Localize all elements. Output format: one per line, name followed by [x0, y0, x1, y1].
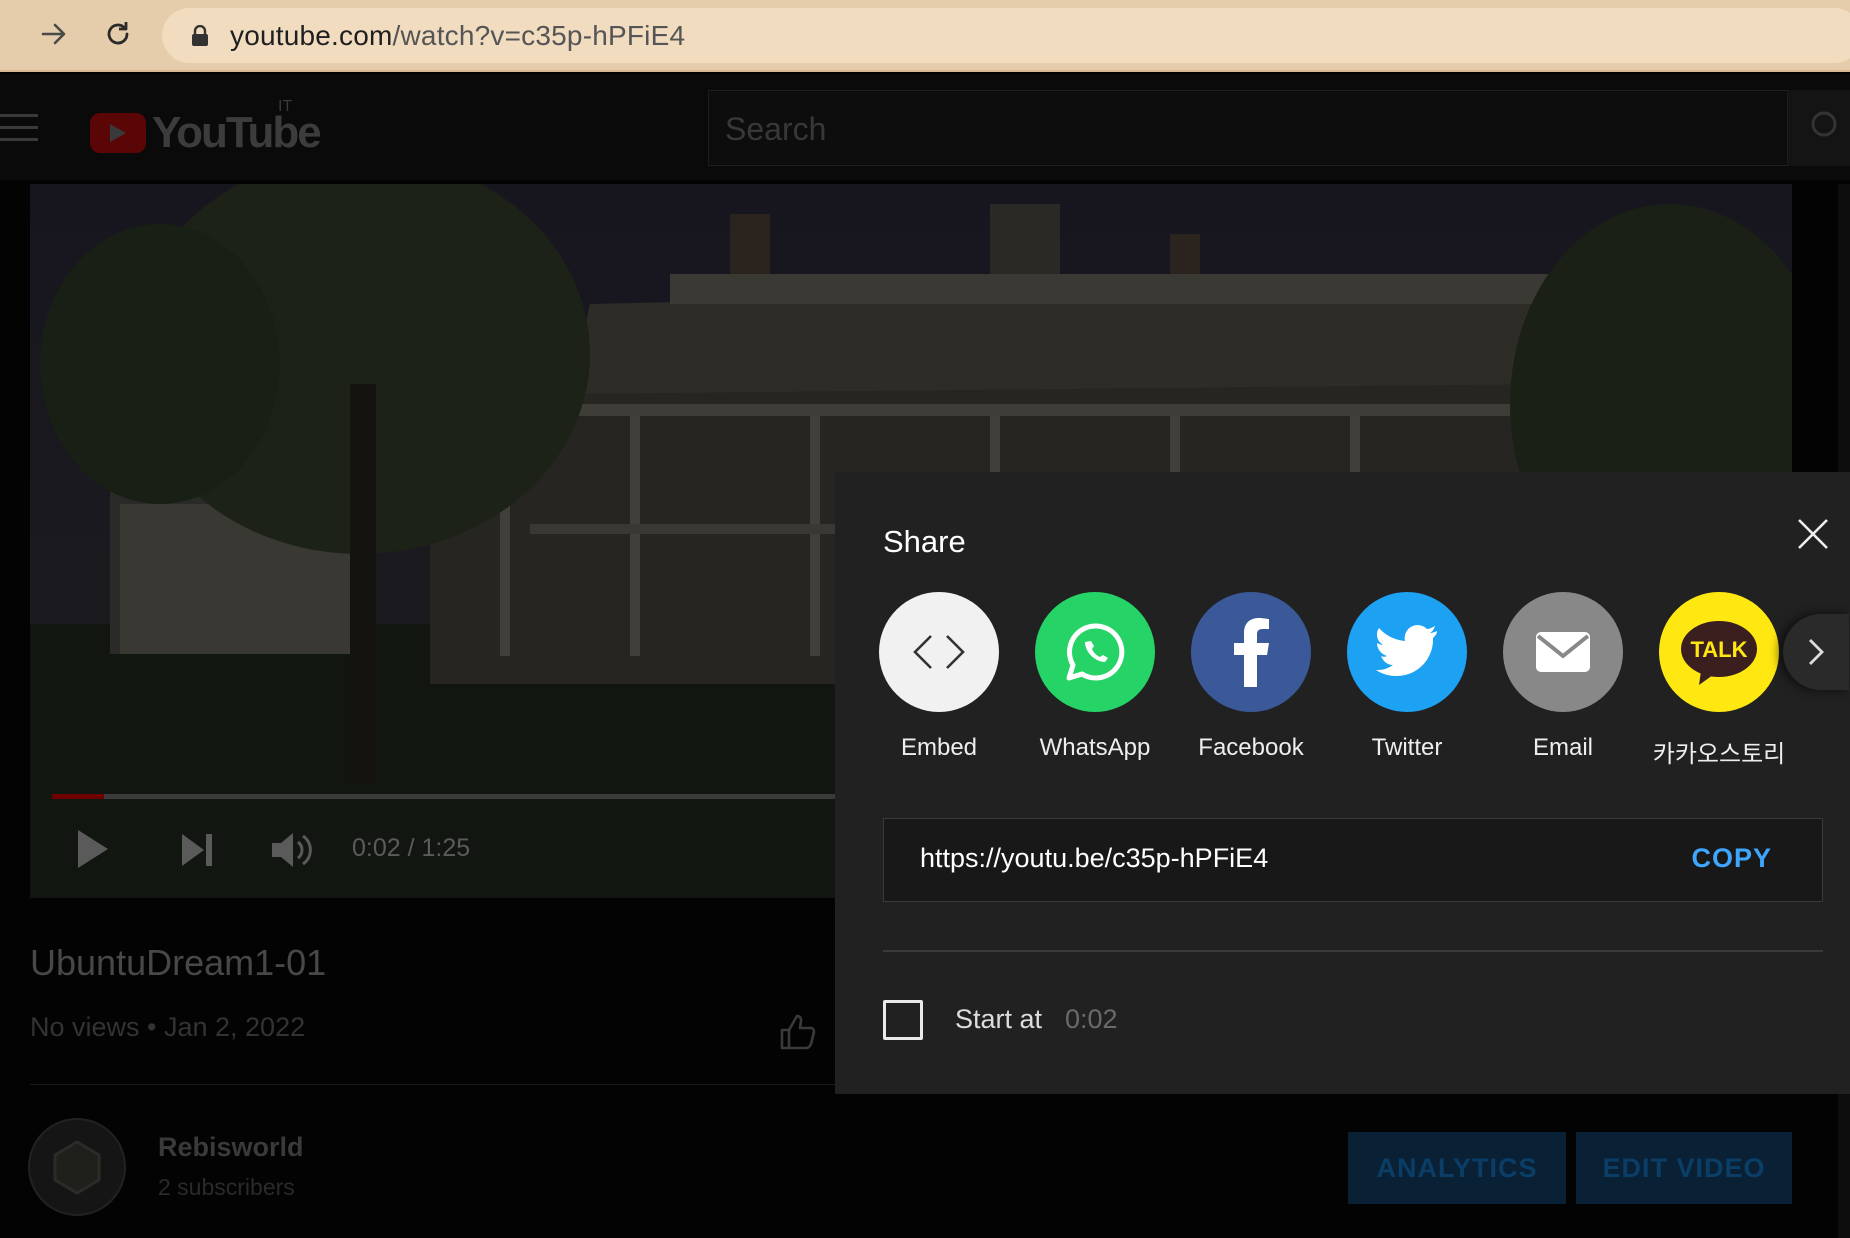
volume-icon — [272, 833, 312, 867]
facebook-icon — [1191, 592, 1311, 712]
kakao-badge-text: TALK — [1690, 637, 1747, 662]
share-next-button[interactable] — [1783, 614, 1849, 690]
subscriber-count: 2 subscribers — [158, 1174, 295, 1200]
video-title: UbuntuDream1-01 — [30, 942, 327, 983]
share-target-twitter[interactable]: Twitter — [1337, 592, 1477, 762]
channel-name[interactable]: Rebisworld — [158, 1132, 304, 1163]
share-target-email[interactable]: Email — [1493, 592, 1633, 762]
search-input[interactable]: Search — [708, 90, 1788, 166]
chevron-right-icon — [1809, 639, 1824, 665]
share-link-field[interactable]: https://youtu.be/c35p-hPFiE4 COPY — [883, 818, 1823, 902]
email-icon — [1503, 592, 1623, 712]
lock-icon — [192, 25, 208, 46]
share-divider — [883, 950, 1823, 952]
forward-button[interactable] — [34, 14, 74, 54]
video-meta: No views • Jan 2, 2022 — [30, 1012, 306, 1042]
share-label: Twitter — [1371, 734, 1443, 761]
arrow-right-icon — [41, 23, 66, 45]
twitter-icon — [1347, 592, 1467, 712]
share-title: Share — [883, 524, 966, 559]
youtube-wordmark: YouTube — [152, 108, 322, 157]
share-target-embed[interactable]: Embed — [869, 592, 1009, 762]
start-at-label: Start at — [955, 1004, 1043, 1034]
edit-video-button[interactable]: EDIT VIDEO — [1576, 1132, 1792, 1204]
address-url: youtube.com/watch?v=c35p-hPFiE4 — [230, 20, 686, 51]
search-placeholder: Search — [725, 111, 827, 147]
search-icon — [1811, 111, 1837, 137]
share-label: Facebook — [1198, 734, 1304, 761]
kakaotalk-icon: TALK — [1659, 592, 1779, 712]
progress-bar-fill — [52, 794, 104, 799]
channel-avatar[interactable] — [28, 1118, 126, 1216]
share-dialog: Share Embed WhatsApp Facebook Twitter Em… — [835, 472, 1850, 1094]
youtube-play-icon — [90, 113, 146, 153]
reload-button[interactable] — [98, 14, 138, 54]
start-at-checkbox[interactable] — [883, 1000, 923, 1040]
next-button[interactable] — [178, 830, 218, 875]
close-button[interactable] — [1795, 516, 1831, 552]
volume-button[interactable] — [270, 830, 314, 875]
menu-icon[interactable] — [0, 114, 38, 150]
region-code: IT — [278, 98, 293, 115]
analytics-button[interactable]: ANALYTICS — [1348, 1132, 1566, 1204]
close-icon — [1798, 519, 1828, 549]
share-link[interactable]: https://youtu.be/c35p-hPFiE4 — [920, 843, 1268, 874]
share-target-whatsapp[interactable]: WhatsApp — [1025, 592, 1165, 762]
share-label: 카카오스토리 — [1652, 741, 1786, 768]
whatsapp-icon — [1035, 592, 1155, 712]
reload-icon — [107, 22, 129, 45]
play-button[interactable] — [70, 824, 114, 879]
browser-toolbar: youtube.com/watch?v=c35p-hPFiE4 — [0, 0, 1850, 72]
address-bar[interactable]: youtube.com/watch?v=c35p-hPFiE4 — [162, 8, 1850, 63]
like-button[interactable] — [778, 1012, 818, 1057]
play-icon — [78, 830, 108, 868]
embed-icon — [879, 592, 999, 712]
share-label: Embed — [900, 734, 978, 761]
skip-next-icon — [182, 834, 212, 866]
search-button[interactable] — [1788, 90, 1850, 166]
time-readout: 0:02 / 1:25 — [352, 834, 471, 862]
thumbs-up-icon — [780, 1014, 816, 1050]
avatar-icon — [53, 1140, 101, 1195]
share-target-facebook[interactable]: Facebook — [1181, 592, 1321, 762]
start-at-time-input[interactable]: 0:02 — [1065, 1004, 1118, 1035]
share-label: Email — [1532, 734, 1593, 761]
share-target-kakaostory[interactable]: TALK 카카오스토리 — [1649, 592, 1789, 769]
share-label: WhatsApp — [1039, 734, 1151, 761]
copy-button[interactable]: COPY — [1691, 843, 1772, 874]
